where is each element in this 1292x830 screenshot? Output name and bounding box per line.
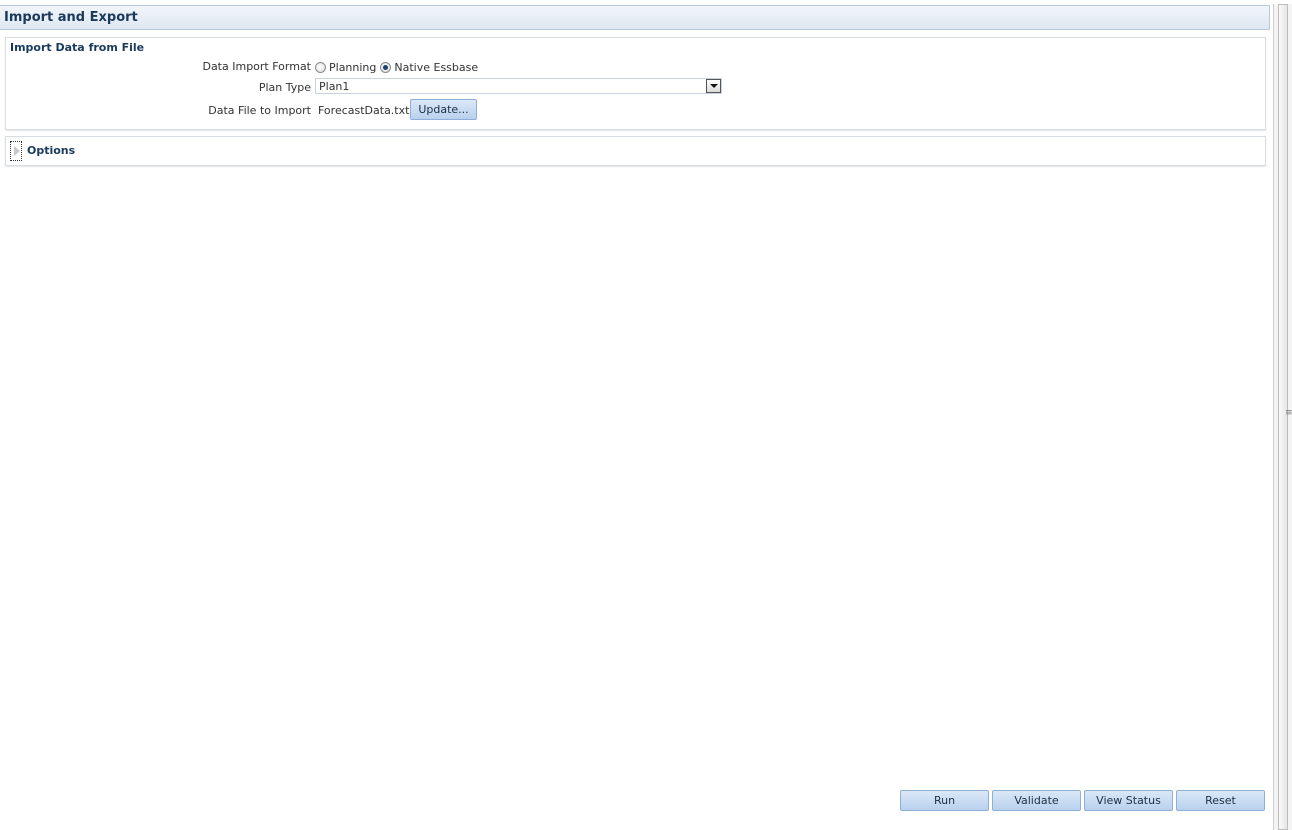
chevron-down-icon[interactable] bbox=[706, 79, 721, 93]
planning-radio[interactable] bbox=[315, 61, 326, 73]
plan-type-select[interactable]: Plan1 bbox=[315, 78, 722, 94]
native-essbase-radio[interactable] bbox=[380, 61, 392, 73]
import-export-page: Import and Export Import Data from File … bbox=[0, 0, 1292, 830]
left-edge bbox=[0, 0, 3, 830]
expand-triangle-icon[interactable] bbox=[10, 141, 22, 161]
format-radio-group: Planning Native Essbase bbox=[315, 60, 482, 74]
format-label: Data Import Format bbox=[202, 60, 311, 73]
file-name: ForecastData.txt bbox=[318, 104, 410, 117]
options-label[interactable]: Options bbox=[27, 144, 75, 157]
import-data-panel: Import Data from File Data Import Format… bbox=[5, 37, 1266, 130]
file-label: Data File to Import bbox=[208, 104, 311, 117]
options-panel: Options bbox=[5, 136, 1266, 166]
file-label-cell: Data File to Import bbox=[6, 104, 311, 118]
planning-radio-label[interactable]: Planning bbox=[329, 61, 376, 74]
reset-button[interactable]: Reset bbox=[1176, 790, 1265, 811]
update-button[interactable]: Update... bbox=[410, 99, 477, 120]
plan-type-label: Plan Type bbox=[258, 81, 311, 94]
format-label-cell: Data Import Format bbox=[6, 60, 311, 74]
page-header: Import and Export bbox=[0, 5, 1270, 30]
plan-type-value: Plan1 bbox=[319, 80, 350, 93]
import-panel-title: Import Data from File bbox=[10, 41, 145, 54]
native-essbase-radio-label[interactable]: Native Essbase bbox=[394, 61, 478, 74]
grip-icon: ≡ bbox=[1285, 408, 1292, 418]
view-status-button[interactable]: View Status bbox=[1084, 790, 1173, 811]
page-title: Import and Export bbox=[4, 10, 138, 25]
validate-button[interactable]: Validate bbox=[992, 790, 1081, 811]
run-button[interactable]: Run bbox=[900, 790, 989, 811]
plan-type-label-cell: Plan Type bbox=[6, 81, 311, 95]
